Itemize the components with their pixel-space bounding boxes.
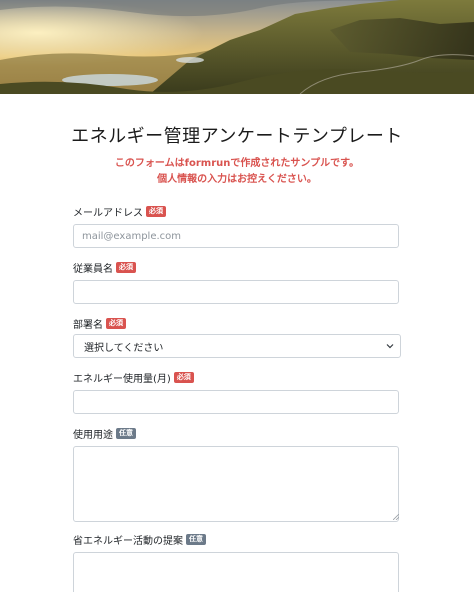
required-badge: 必須 [116, 262, 136, 273]
department-label: 部署名 必須 [73, 316, 126, 331]
department-label-text: 部署名 [73, 320, 103, 331]
optional-badge: 任意 [186, 534, 206, 545]
email-label: メールアドレス 必須 [73, 204, 166, 219]
privacy-notice: 個人情報の入力はお控えください。 [157, 174, 317, 185]
energy-usage-label-text: エネルギー使用量(月) [73, 374, 171, 385]
employee-name-label: 従業員名 必須 [73, 260, 136, 275]
required-badge: 必須 [173, 372, 194, 383]
email-label-text: メールアドレス [73, 208, 143, 219]
energy-saving-label: 省エネルギー活動の提案 任意 [73, 532, 206, 547]
required-badge: 必須 [146, 206, 166, 217]
employee-name-label-text: 従業員名 [73, 264, 113, 275]
usage-purpose-label: 使用用途 任意 [73, 426, 136, 441]
chevron-down-icon [386, 344, 394, 349]
department-select[interactable]: 選択してください [73, 334, 401, 358]
email-input[interactable] [73, 224, 399, 248]
department-select-value: 選択してください [84, 342, 164, 354]
sample-notice: このフォームはformrunで作成されたサンプルです。 [114, 158, 360, 169]
header-landscape-image [0, 0, 474, 94]
form-title: エネルギー管理アンケートテンプレート [71, 126, 403, 147]
usage-purpose-textarea[interactable] [73, 446, 399, 522]
form-page: エネルギー管理アンケートテンプレート このフォームはformrunで作成されたサ… [0, 0, 474, 592]
required-badge: 必須 [106, 318, 126, 329]
energy-usage-input[interactable] [73, 390, 399, 414]
resize-grip-icon[interactable] [393, 514, 399, 520]
usage-purpose-label-text: 使用用途 [73, 430, 113, 441]
energy-saving-textarea[interactable] [73, 552, 399, 592]
energy-saving-label-text: 省エネルギー活動の提案 [73, 536, 183, 547]
energy-usage-label: エネルギー使用量(月) 必須 [73, 370, 194, 385]
optional-badge: 任意 [116, 428, 136, 439]
employee-name-input[interactable] [73, 280, 399, 304]
